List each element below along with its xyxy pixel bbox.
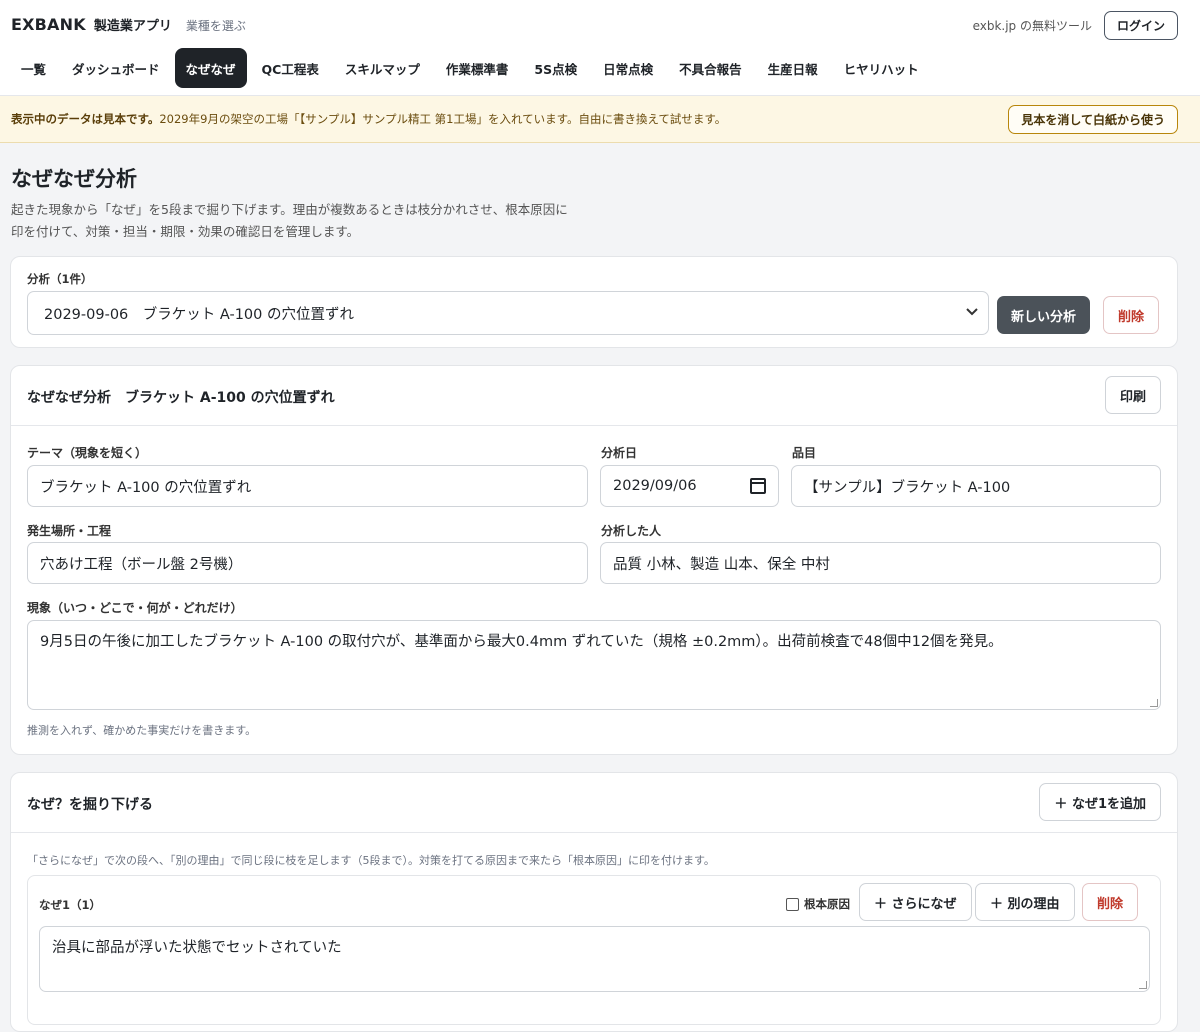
tab-qc-process[interactable]: QC工程表	[251, 48, 330, 88]
tab-dashboard[interactable]: ダッシュボード	[61, 48, 171, 88]
phenomenon-hint: 推測を入れず、確かめた事実だけを書きます。	[27, 724, 257, 737]
main-content: なぜなぜ分析 起きた現象から「なぜ」を5段まで掘り下げます。理由が複数あるときは…	[10, 143, 1178, 1032]
print-button[interactable]: 印刷	[1104, 376, 1161, 414]
delete-analysis-button[interactable]: 削除	[1103, 296, 1160, 334]
analysis-select-value: 2029-09-06 ブラケット A-100 の穴位置ずれ	[44, 306, 354, 323]
page-description: 起きた現象から「なぜ」を5段まで掘り下げます。理由が複数あるときは枝分かれさせ、…	[11, 202, 568, 239]
tab-skill-map[interactable]: スキルマップ	[334, 48, 431, 88]
why-analysis-card: なぜ？を掘り下げる ＋ なぜ1を追加 「さらになぜ」で次の段へ、「別の理由」で同…	[10, 772, 1178, 1032]
why1-textarea[interactable]: 治具に部品が浮いた状態でセットされていた	[39, 926, 1150, 992]
resize-grip-icon[interactable]	[1139, 981, 1147, 989]
tab-list[interactable]: 一覧	[10, 48, 57, 88]
analysis-count-label: 分析（1件）	[27, 272, 93, 286]
login-button[interactable]: ログイン	[1103, 11, 1178, 40]
banner-body-text: 2029年9月の架空の工場「【サンプル】サンプル精工 第1工場」を入れています。…	[159, 112, 727, 126]
sample-data-banner: 表示中のデータは見本です。2029年9月の架空の工場「【サンプル】サンプル精工 …	[0, 96, 1200, 143]
other-reason-button[interactable]: ＋ 別の理由	[975, 883, 1075, 921]
why-card-header: なぜ？を掘り下げる ＋ なぜ1を追加	[11, 773, 1177, 833]
delete-why-button[interactable]: 削除	[1082, 883, 1139, 921]
tab-production-report[interactable]: 生産日報	[757, 48, 829, 88]
phenomenon-textarea[interactable]: 9月5日の午後に加工したブラケット A-100 の取付穴が、基準面から最大0.4…	[27, 620, 1161, 710]
brand: EXBANK 製造業アプリ 業種を選ぶ	[11, 15, 246, 34]
tab-5s-check[interactable]: 5S点検	[523, 48, 588, 88]
new-analysis-button[interactable]: 新しい分析	[997, 296, 1091, 334]
detail-title: なぜなぜ分析 ブラケット A-100 の穴位置ずれ	[27, 390, 335, 406]
app-name: 製造業アプリ	[93, 19, 172, 34]
why1-label: なぜ1（1）	[39, 898, 102, 912]
banner-bold-text: 表示中のデータは見本です。	[11, 112, 160, 126]
theme-label: テーマ（現象を短く）	[27, 446, 148, 460]
place-label: 発生場所・工程	[27, 524, 112, 538]
detail-card-header: なぜなぜ分析 ブラケット A-100 の穴位置ずれ 印刷	[11, 366, 1177, 426]
date-input[interactable]: 2029/09/06	[600, 465, 779, 507]
tab-near-miss[interactable]: ヒヤリハット	[833, 48, 930, 88]
item-input[interactable]: 【サンプル】ブラケット A-100	[791, 465, 1161, 507]
date-value: 2029/09/06	[613, 478, 697, 494]
tab-work-standard[interactable]: 作業標準書	[435, 48, 520, 88]
why-section-title: なぜ？を掘り下げる	[27, 797, 153, 813]
top-bar: EXBANK 製造業アプリ 業種を選ぶ exbk.jp の無料ツール ログイン …	[0, 0, 1200, 96]
analysis-select[interactable]: 2029-09-06 ブラケット A-100 の穴位置ずれ	[27, 291, 989, 335]
phenomenon-label: 現象（いつ・どこで・何が・どれだけ）	[27, 601, 243, 615]
analyst-label: 分析した人	[601, 524, 662, 538]
free-tool-text[interactable]: exbk.jp の無料ツール	[973, 17, 1092, 34]
why1-item: なぜ1（1） 根本原因 ＋ さらになぜ ＋ 別の理由 削除 治具に部品が浮いた状…	[27, 875, 1161, 1025]
clear-sample-button[interactable]: 見本を消して白紙から使う	[1008, 105, 1178, 134]
deeper-why-button[interactable]: ＋ さらになぜ	[859, 883, 972, 921]
add-why1-button[interactable]: ＋ なぜ1を追加	[1039, 783, 1161, 821]
chevron-down-icon	[966, 306, 978, 319]
tab-naze-naze[interactable]: なぜなぜ	[174, 48, 247, 88]
place-input[interactable]: 穴あけ工程（ボール盤 2号機）	[27, 542, 588, 584]
item-label: 品目	[792, 446, 817, 460]
why-section-hint: 「さらになぜ」で次の段へ、「別の理由」で同じ段に枝を足します（5段まで）。対策を…	[27, 854, 715, 867]
root-cause-label: 根本原因	[804, 897, 850, 911]
tab-defect-report[interactable]: 不具合報告	[668, 48, 753, 88]
top-right: exbk.jp の無料ツール ログイン	[973, 11, 1178, 40]
main-nav: 一覧 ダッシュボード なぜなぜ QC工程表 スキルマップ 作業標準書 5S点検 …	[10, 48, 930, 88]
logo[interactable]: EXBANK	[11, 15, 86, 34]
phenomenon-text: 9月5日の午後に加工したブラケット A-100 の取付穴が、基準面から最大0.4…	[40, 634, 1003, 650]
calendar-icon[interactable]	[750, 478, 766, 494]
analysis-detail-card: なぜなぜ分析 ブラケット A-100 の穴位置ずれ 印刷 テーマ（現象を短く） …	[10, 365, 1178, 755]
industry-select-link[interactable]: 業種を選ぶ	[186, 17, 246, 34]
date-label: 分析日	[601, 446, 638, 460]
root-cause-checkbox[interactable]	[786, 897, 799, 911]
resize-grip-icon[interactable]	[1150, 699, 1158, 707]
analyst-input[interactable]: 品質 小林、製造 山本、保全 中村	[600, 542, 1161, 584]
tab-daily-check[interactable]: 日常点検	[592, 48, 664, 88]
banner-text: 表示中のデータは見本です。2029年9月の架空の工場「【サンプル】サンプル精工 …	[11, 111, 726, 127]
page-title: なぜなぜ分析	[11, 167, 137, 191]
root-cause-toggle[interactable]: 根本原因	[786, 896, 850, 912]
theme-input[interactable]: ブラケット A-100 の穴位置ずれ	[27, 465, 588, 507]
why1-text: 治具に部品が浮いた状態でセットされていた	[52, 940, 342, 956]
analysis-select-card: 分析（1件） 2029-09-06 ブラケット A-100 の穴位置ずれ 新しい…	[10, 256, 1178, 348]
